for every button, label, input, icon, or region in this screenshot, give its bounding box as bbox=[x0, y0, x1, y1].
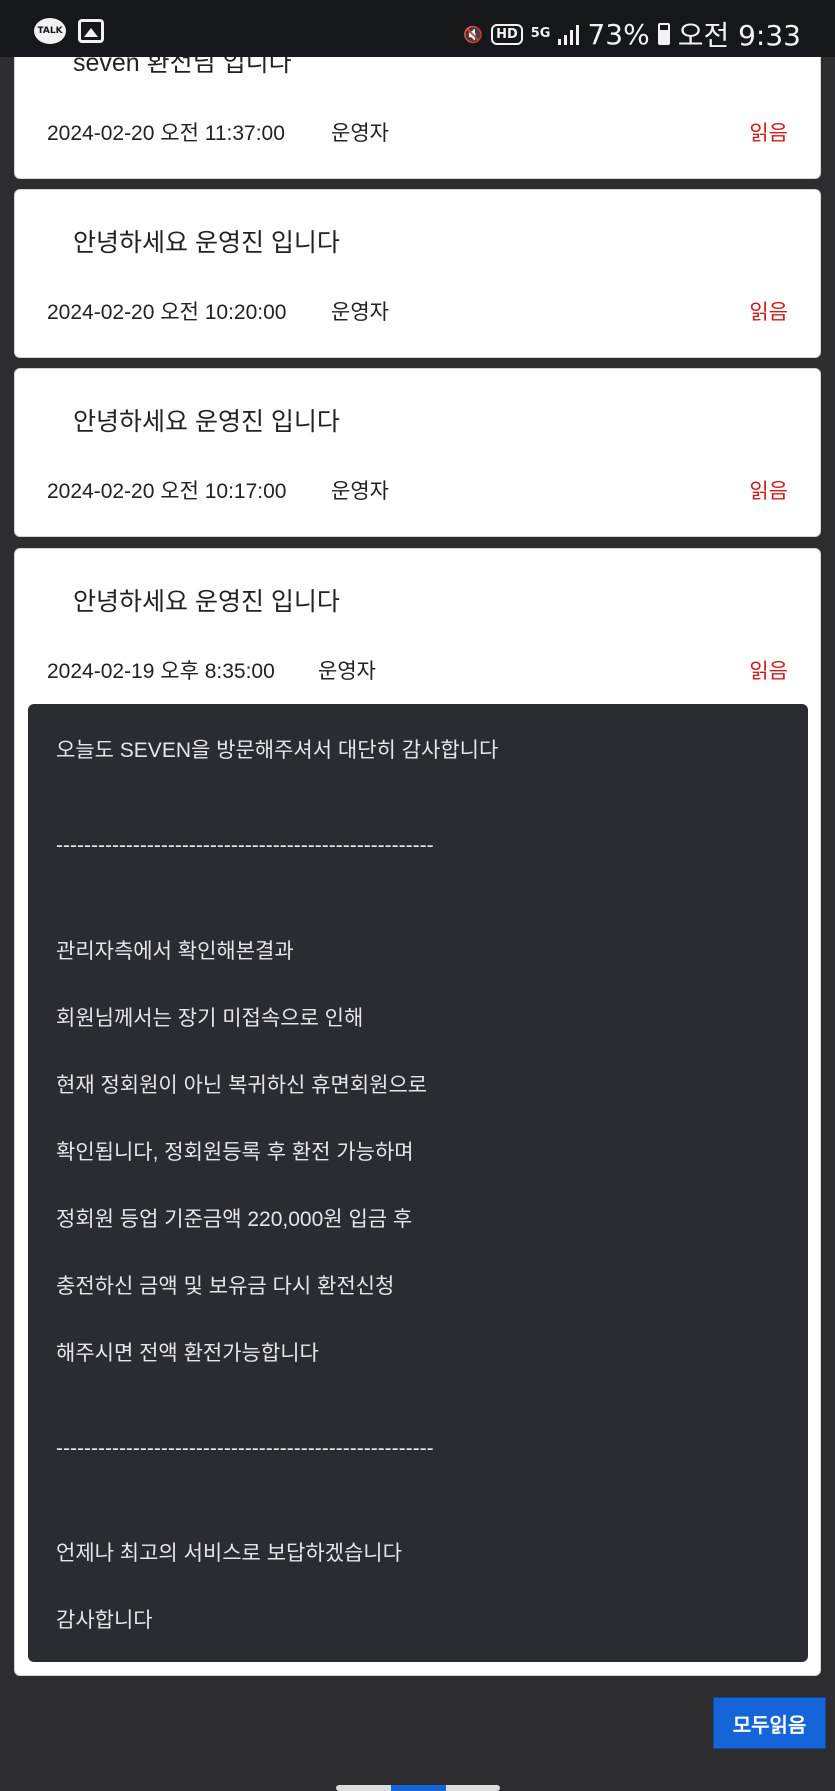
battery-percent: 73% bbox=[587, 17, 650, 51]
network-5g-icon: 5G bbox=[530, 26, 551, 41]
message-line: 확인됩니다, 정회원등록 후 환전 가능하며 bbox=[56, 1141, 414, 1164]
battery-icon bbox=[657, 23, 670, 45]
card-author: 운영자 bbox=[318, 660, 376, 683]
message-line: 언제나 최고의 서비스로 보답하겠습니다 bbox=[56, 1542, 402, 1565]
card-date: 2024-02-20 오전 10:20:00 bbox=[47, 301, 287, 324]
card-date: 2024-02-20 오전 11:37:00 bbox=[47, 122, 285, 145]
card-title: 안녕하세요 운영진 입니다 bbox=[73, 588, 340, 616]
message-line: 관리자측에서 확인해본결과 bbox=[56, 940, 294, 963]
card-author: 운영자 bbox=[331, 480, 389, 503]
gallery-icon bbox=[78, 19, 104, 43]
kakaotalk-icon: TALK bbox=[34, 18, 66, 44]
card-author: 운영자 bbox=[331, 301, 389, 324]
message-line: 오늘도 SEVEN을 방문해주셔서 대단히 감사합니다 bbox=[56, 739, 499, 762]
message-divider: ----------------------------------------… bbox=[56, 834, 434, 857]
card-title: 안녕하세요 운영진 입니다 bbox=[73, 229, 340, 257]
read-status-link[interactable]: 읽음 bbox=[749, 296, 788, 326]
message-line: 해주시면 전액 환전가능합니다 bbox=[56, 1342, 319, 1365]
status-bar: TALK 🔇 HD 5G 73% 오전 9:33 bbox=[0, 0, 835, 57]
read-all-button[interactable]: 모두읽음 bbox=[713, 1697, 826, 1749]
message-card[interactable]: 안녕하세요 운영진 입니다 2024-02-20 오전 10:20:00 운영자… bbox=[14, 189, 821, 358]
read-status-link[interactable]: 읽음 bbox=[749, 655, 788, 685]
read-status-link[interactable]: 읽음 bbox=[749, 475, 788, 505]
mute-icon: 🔇 bbox=[463, 24, 484, 44]
card-author: 운영자 bbox=[331, 122, 389, 145]
message-line: 감사합니다 bbox=[56, 1609, 153, 1632]
message-card[interactable]: seven 환전님 입니다 2024-02-20 오전 11:37:00 운영자… bbox=[14, 40, 821, 179]
card-title: 안녕하세요 운영진 입니다 bbox=[73, 408, 340, 436]
message-line: 현재 정회원이 아닌 복귀하신 휴면회원으로 bbox=[56, 1074, 428, 1097]
message-line: 정회원 등업 기준금액 220,000원 입금 후 bbox=[56, 1208, 413, 1231]
card-date: 2024-02-20 오전 10:17:00 bbox=[47, 480, 287, 503]
message-divider: ----------------------------------------… bbox=[56, 1437, 434, 1460]
hd-badge: HD bbox=[491, 23, 523, 45]
home-indicator bbox=[336, 1785, 500, 1791]
signal-icon bbox=[558, 23, 580, 45]
card-date: 2024-02-19 오후 8:35:00 bbox=[47, 660, 275, 683]
message-body: 오늘도 SEVEN을 방문해주셔서 대단히 감사합니다 ------------… bbox=[28, 704, 808, 1662]
message-card[interactable]: 안녕하세요 운영진 입니다 2024-02-20 오전 10:17:00 운영자… bbox=[14, 368, 821, 537]
clock-time: 오전 9:33 bbox=[677, 19, 801, 52]
message-line: 충전하신 금액 및 보유금 다시 환전신청 bbox=[56, 1275, 395, 1298]
message-line: 회원님께서는 장기 미접속으로 인해 bbox=[56, 1007, 364, 1030]
read-status-link[interactable]: 읽음 bbox=[749, 117, 788, 147]
